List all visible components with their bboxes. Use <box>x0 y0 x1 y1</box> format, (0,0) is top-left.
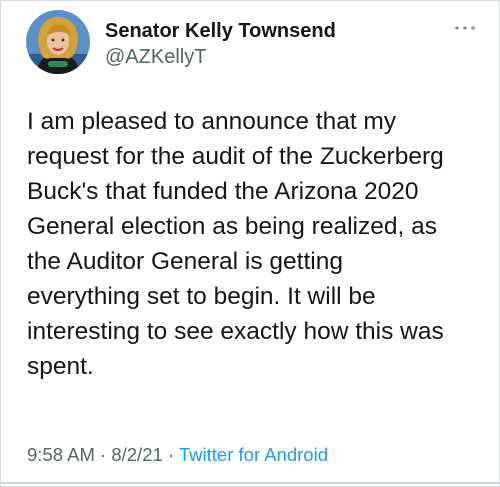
divider <box>1 482 500 484</box>
tweet-text-line: interesting to see exactly how this was <box>27 318 444 345</box>
more-options-icon[interactable] <box>453 23 477 33</box>
author-handle[interactable]: @AZKellyT <box>105 46 206 69</box>
profile-photo-avatar-icon <box>26 10 90 74</box>
author-name[interactable]: Senator Kelly Townsend <box>105 20 336 43</box>
tweet-text-line: I am pleased to announce that my <box>27 108 397 135</box>
tweet-card: Senator Kelly Townsend @AZKellyT I am pl… <box>0 0 500 487</box>
tweet-text-line: Buck's that funded the Arizona 2020 <box>27 178 419 205</box>
tweet-text-line: request for the audit of the Zuckerberg <box>27 143 444 170</box>
tweet-meta: 9:58 AM · 8/2/21 · Twitter for Android <box>27 444 328 466</box>
tweet-time[interactable]: 9:58 AM <box>27 444 95 465</box>
tweet-text-line: everything set to begin. It will be <box>27 283 376 310</box>
tweet-date[interactable]: 8/2/21 <box>111 444 162 465</box>
tweet-text-line: General election as being realized, as <box>27 213 437 240</box>
tweet-text: I am pleased to announce that my request… <box>27 104 487 384</box>
tweet-text-line: spent. <box>27 353 94 380</box>
meta-separator: · <box>162 444 179 465</box>
avatar[interactable] <box>26 10 90 74</box>
tweet-text-line: the Auditor General is getting <box>27 248 343 275</box>
meta-separator: · <box>94 444 112 465</box>
tweet-source-link[interactable]: Twitter for Android <box>179 444 328 465</box>
